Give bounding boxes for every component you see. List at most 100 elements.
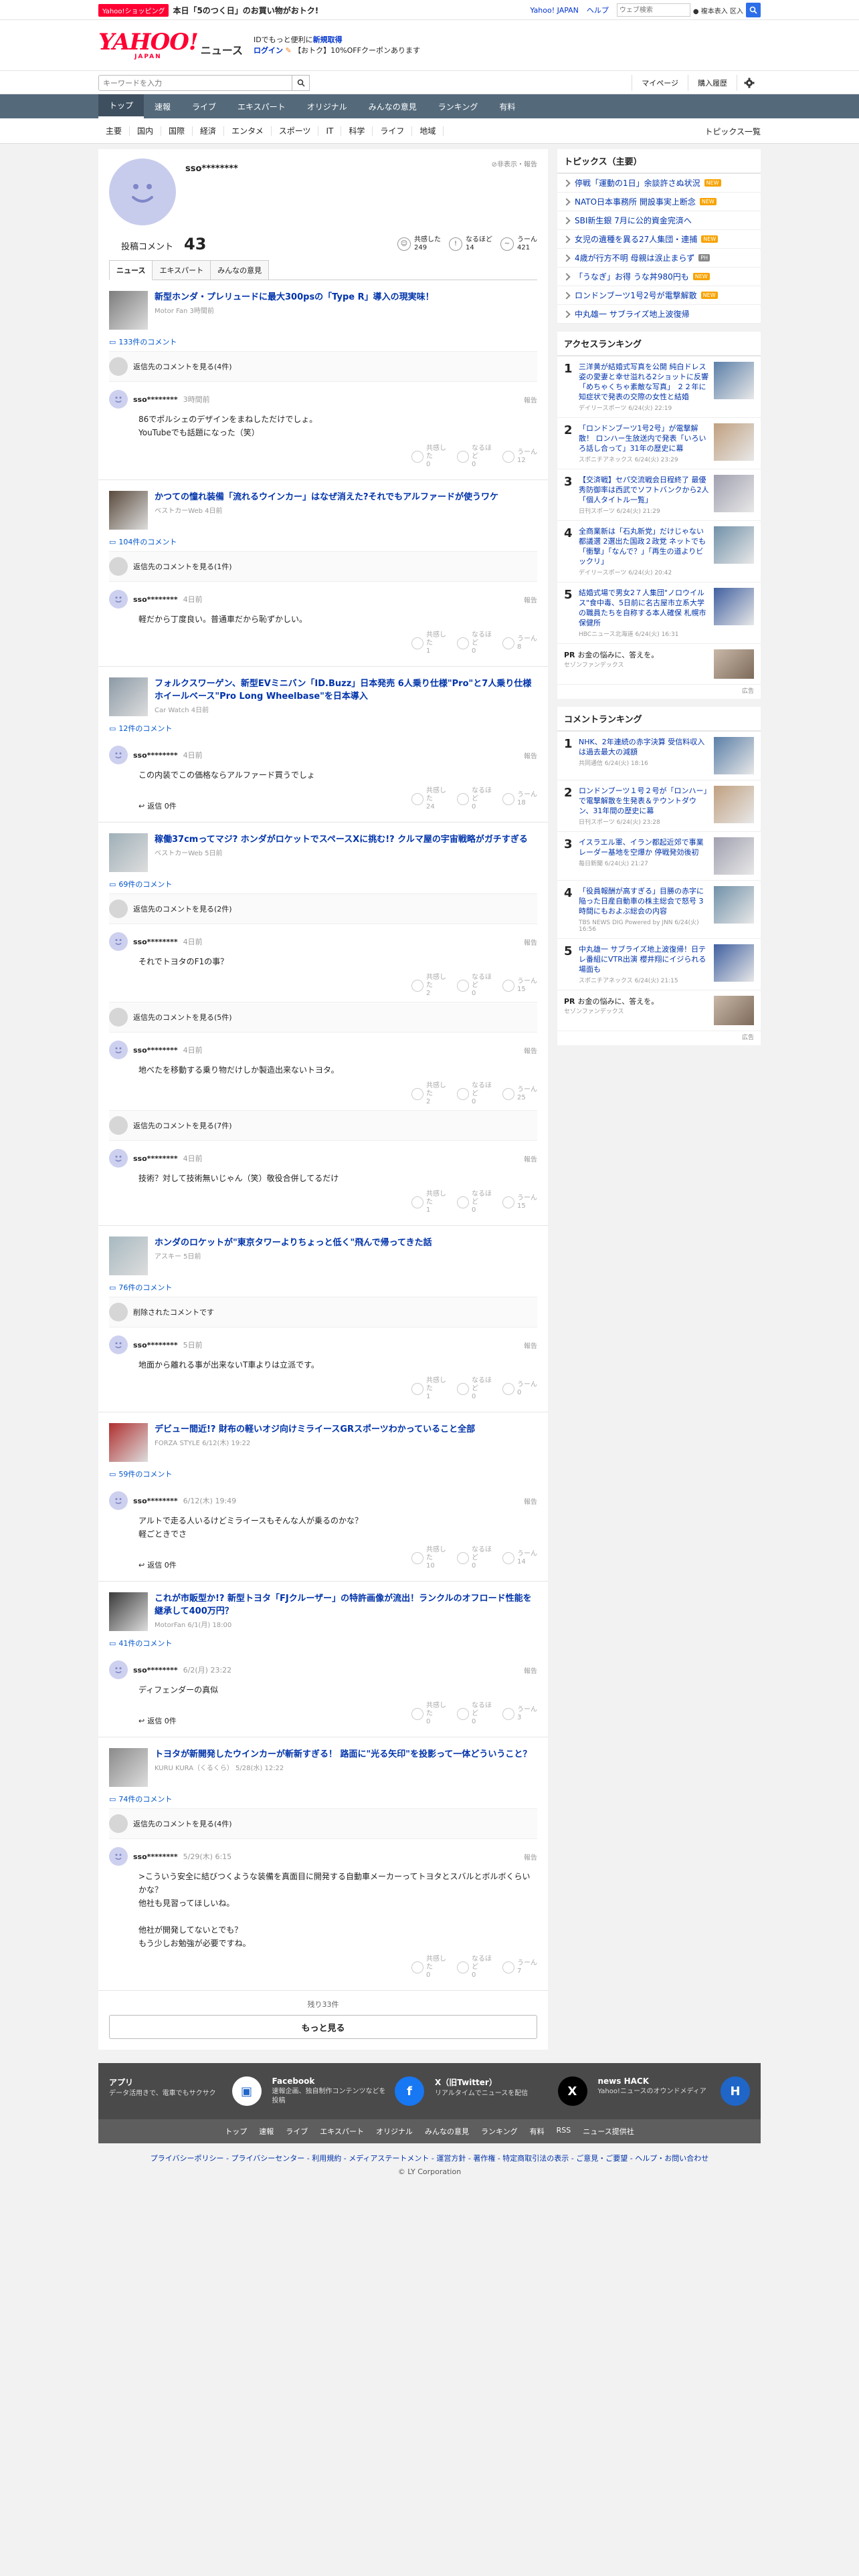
reaction-button[interactable]: うーん 18 [502,787,537,811]
reply-link[interactable]: ↩ 返信 0件 [138,800,177,811]
comment-count-link[interactable]: ▭ 12件のコメント [109,723,537,734]
footer-nav-item[interactable]: 速報 [259,2126,274,2137]
footer-nav-item[interactable]: 有料 [530,2126,545,2137]
reaction-button[interactable]: なるほど 0 [457,1190,492,1214]
mypage-link[interactable]: マイページ [632,75,688,91]
category-item[interactable]: 科学 [341,126,373,136]
reaction-button[interactable]: なるほど 0 [457,445,492,469]
reply-link[interactable]: ↩ 返信 0件 [138,1560,177,1570]
report-link[interactable]: 報告 [524,595,537,605]
nav-item[interactable]: オリジナル [296,94,358,118]
reaction-button[interactable]: 共感した 0 [411,1955,446,1979]
article-title[interactable]: トヨタが新開発したウインカーが斬新すぎる！ 路面に"光る矢印"を投影って一体どう… [155,1748,531,1761]
coupon-text[interactable]: 【おトク】10%OFFクーポンあります [294,46,420,55]
ranking-item[interactable]: 2 「ロンドンブーツ1号2号」が電撃解散！ ロンハー生放送内で発表「いろいろ話し合… [557,418,761,469]
tab-0[interactable]: ニュース [109,260,153,280]
search-scope-radio[interactable]: ● 複本表入 区入 [693,5,743,15]
category-item[interactable]: ライフ [373,126,413,136]
report-link[interactable]: 報告 [524,1665,537,1675]
topic-item[interactable]: 中丸雄一 サブライズ地上波復帰 [557,305,761,324]
reaction-button[interactable]: 共感した 0 [411,1702,446,1726]
footer-nav-item[interactable]: ライブ [286,2126,308,2137]
category-item[interactable]: 地域 [412,126,444,136]
footer-nav-item[interactable]: オリジナル [376,2126,413,2137]
comment-count-link[interactable]: ▭ 104件のコメント [109,536,537,547]
reaction-button[interactable]: 共感した 0 [411,445,446,469]
ranking-item[interactable]: 5 中丸雄一 サブライズ地上波復帰！日テレ番組にVTR出演 櫻井翔にイジられる場面… [557,939,761,990]
reaction-button[interactable]: なるほど 0 [457,1546,492,1570]
news-search-button[interactable] [292,75,310,91]
reaction-button[interactable]: なるほど 0 [457,1702,492,1726]
ranking-item[interactable]: 1 NHK、2年連続の赤字決算 受信料収入は過去最大の減額 共同通信 6/24(火)… [557,732,761,780]
comment-count-link[interactable]: ▭ 133件のコメント [109,336,537,347]
topics-list-link[interactable]: トピックス一覧 [704,126,761,137]
report-link[interactable]: 報告 [524,750,537,760]
article-title[interactable]: かつての憧れ装備「流れるウインカー」はなぜ消えた?それでもアルファードが使うワケ [155,491,498,504]
reaction-button[interactable]: うーん 14 [502,1546,537,1570]
topic-item[interactable]: SBI新生銀 7月に公的資金完済へ [557,211,761,230]
reaction-button[interactable]: うーん 15 [502,1190,537,1214]
reaction-button[interactable]: なるほど 0 [457,1377,492,1401]
nav-item[interactable]: トップ [98,94,145,118]
reaction-button[interactable]: 共感した 1 [411,631,446,655]
article-header[interactable]: 新型ホンダ・プレリュードに最大300psの「Type R」導入の現実味！ Moto… [109,291,537,330]
article-thumbnail[interactable] [109,1592,148,1631]
ranking-item[interactable]: 4 「役員報酬が高すぎる」目勝の赤字に陥った日産自動車の株主総会で怒号 3時間にも… [557,881,761,939]
nav-item[interactable]: ライブ [181,94,227,118]
article-title[interactable]: デビュー間近!? 財布の軽いオジ向けミライースGRスポーツわかっていること全部 [155,1423,475,1436]
article-header[interactable]: かつての憧れ装備「流れるウインカー」はなぜ消えた?それでもアルファードが使うワケ… [109,491,537,530]
topic-item[interactable]: ロンドンブーツ1号2号が電撃解散 NEW [557,286,761,305]
topic-item[interactable]: 停戦「運動の1日」余談許さぬ状況 NEW [557,174,761,193]
category-item[interactable]: IT [318,126,342,136]
report-link[interactable]: 報告 [524,395,537,405]
reaction-button[interactable]: うーん 8 [502,631,537,655]
tab-2[interactable]: みんなの意見 [210,260,270,280]
report-link[interactable]: 報告 [524,1154,537,1164]
article-title[interactable]: 稼働37cmってマジ? ホンダがロケットでスペースXに挑む!? クルマ屋の宇宙戦… [155,833,528,846]
article-header[interactable]: トヨタが新開発したウインカーが斬新すぎる！ 路面に"光る矢印"を投影って一体どう… [109,1748,537,1787]
yahoo-japan-link[interactable]: Yahoo! JAPAN [530,6,579,15]
reaction-button[interactable]: うーん 15 [502,974,537,998]
reaction-button[interactable]: 共感した 1 [411,1190,446,1214]
article-title[interactable]: ホンダのロケットが"東京タワーよりちょっと低く"飛んで帰ってきた話 [155,1237,432,1249]
report-link[interactable]: 報告 [524,1045,537,1055]
ranking-item[interactable]: 4 全商業新は「石丸新党」だけじゃない 都議選 2選出た国政２政党 ネットでも「衝… [557,521,761,582]
parent-comment-link[interactable]: 返信先のコメントを見る(4件) [109,351,537,382]
category-item[interactable]: 主要 [98,126,130,136]
topic-item[interactable]: 4歳が行方不明 母親は涙止まらず PH [557,249,761,267]
ranking-item[interactable]: 2 ロンドンブーツ１号２号が「ロンハー」で電撃解散を生発表＆テウントダウン、31年… [557,780,761,832]
footer-nav-item[interactable]: ランキング [481,2126,518,2137]
nav-item[interactable]: 速報 [144,94,181,118]
category-item[interactable]: エンタメ [224,126,272,136]
article-thumbnail[interactable] [109,1237,148,1275]
pr-item[interactable]: PR お金の悩みに、答えを。 セゾンファンデックス [557,644,761,685]
more-button[interactable]: もっと見る [109,2015,537,2039]
comment-count-link[interactable]: ▭ 69件のコメント [109,879,537,889]
footer-nav-item[interactable]: トップ [225,2126,247,2137]
footer-nav-item[interactable]: エキスパート [320,2126,364,2137]
nav-item[interactable]: 有料 [488,94,526,118]
article-thumbnail[interactable] [109,1748,148,1787]
comment-count-link[interactable]: ▭ 59件のコメント [109,1469,537,1479]
reaction-button[interactable]: うーん 25 [502,1082,537,1106]
report-link[interactable]: 報告 [524,1852,537,1862]
footer-nav-item[interactable]: ニュース提供社 [583,2126,634,2137]
web-search-input[interactable] [616,3,690,17]
parent-comment-link[interactable]: 返信先のコメントを見る(2件) [109,893,537,924]
reaction-button[interactable]: 共感した 24 [411,787,446,811]
reaction-button[interactable]: 共感した 10 [411,1546,446,1570]
history-link[interactable]: 購入履歴 [688,75,737,91]
reaction-button[interactable]: 共感した 2 [411,974,446,998]
nav-item[interactable]: ランキング [427,94,489,118]
nav-item[interactable]: エキスパート [227,94,296,118]
ranking-item[interactable]: 1 三洋黄が結婚式写真を公開 純白ドレス姿の愛妻と幸せ溢れる2ショットに反響「めち… [557,356,761,418]
shopping-promo[interactable]: Yahoo!ショッピング 本日「5のつく日」のお買い物がおトク! [98,3,318,17]
reaction-button[interactable]: なるほど 0 [457,631,492,655]
topic-item[interactable]: 女児の遺種を異る27人集団・連捕 NEW [557,230,761,249]
article-title[interactable]: これが市販型か!? 新型トヨタ「FJクルーザー」の特許画像が流出！ランクルのオフ… [155,1592,537,1618]
tab-1[interactable]: エキスパート [152,260,211,280]
article-title[interactable]: 新型ホンダ・プレリュードに最大300psの「Type R」導入の現実味！ [155,291,434,304]
article-thumbnail[interactable] [109,677,148,716]
article-thumbnail[interactable] [109,1423,148,1462]
footer-card[interactable]: Facebook 速報企画、独自制作コンテンツなどを投稿 f [272,2076,424,2106]
